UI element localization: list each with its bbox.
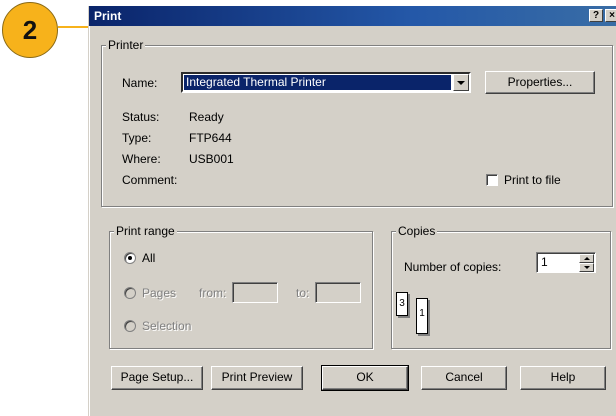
print-to-file-label[interactable]: Print to file — [504, 173, 561, 187]
pages-radio[interactable] — [124, 287, 136, 299]
all-label[interactable]: All — [142, 251, 155, 265]
selection-radio[interactable] — [124, 320, 136, 332]
pages-label[interactable]: Pages — [142, 286, 176, 300]
selection-label[interactable]: Selection — [142, 319, 191, 333]
comment-label: Comment: — [122, 173, 178, 187]
number-of-copies-value: 1 — [541, 255, 548, 269]
print-preview-button[interactable]: Print Preview — [211, 366, 303, 390]
where-value: USB001 — [189, 152, 234, 166]
close-icon[interactable]: × — [605, 9, 616, 22]
chevron-down-icon[interactable] — [453, 74, 469, 91]
help-title-button[interactable]: ? — [589, 9, 603, 22]
type-label: Type: — [122, 131, 152, 145]
type-value: FTP644 — [189, 131, 232, 145]
cancel-button[interactable]: Cancel — [421, 366, 507, 390]
to-input[interactable] — [315, 282, 361, 303]
print-dialog: Print ? × Printer Name: Integrated Therm… — [88, 6, 616, 416]
where-label: Where: — [122, 152, 161, 166]
all-radio[interactable] — [124, 252, 136, 264]
step-number: 2 — [22, 14, 38, 45]
number-of-copies-spinner[interactable]: 1 — [536, 252, 596, 273]
print-to-file-checkbox[interactable] — [486, 174, 498, 186]
collate-page-icon: 1 — [416, 298, 428, 334]
title-bar[interactable]: Print ? × — [89, 6, 616, 26]
name-label: Name: — [122, 76, 158, 90]
status-label: Status: — [122, 110, 160, 124]
properties-button[interactable]: Properties... — [485, 71, 595, 94]
dialog-title: Print — [94, 9, 122, 23]
number-of-copies-label: Number of copies: — [404, 260, 502, 274]
ok-button[interactable]: OK — [321, 365, 409, 391]
from-label: from: — [199, 286, 227, 300]
from-input[interactable] — [232, 282, 278, 303]
spin-down-icon[interactable] — [579, 263, 594, 272]
copies-group-label: Copies — [396, 224, 438, 238]
help-button[interactable]: Help — [520, 366, 606, 390]
spin-up-icon[interactable] — [579, 254, 594, 263]
status-value: Ready — [189, 110, 224, 124]
printer-group-label: Printer — [106, 38, 146, 52]
to-label: to: — [296, 286, 310, 300]
step-callout-badge: 2 — [2, 2, 58, 58]
print-range-group-label: Print range — [114, 224, 177, 238]
printer-name-select[interactable]: Integrated Thermal Printer — [181, 72, 471, 93]
collate-page-icon: 3 — [396, 292, 408, 316]
page-setup-button[interactable]: Page Setup... — [111, 366, 203, 390]
printer-name-value: Integrated Thermal Printer — [184, 75, 451, 90]
